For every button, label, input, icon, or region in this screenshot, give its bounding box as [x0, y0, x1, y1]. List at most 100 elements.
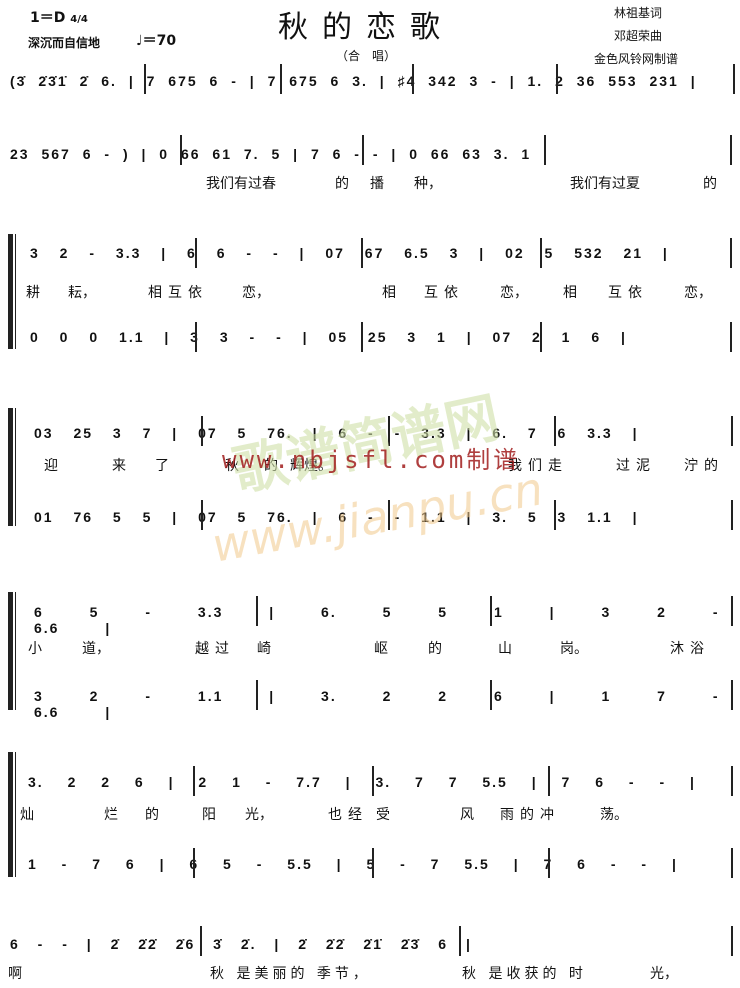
lyric: 恋，	[242, 285, 270, 301]
lyric: 风	[460, 807, 474, 823]
barline	[731, 766, 733, 796]
expression-mark: 深沉而自信地	[28, 36, 101, 50]
lyric: 泞的	[684, 458, 724, 474]
composer: 邓超荣曲	[614, 29, 663, 43]
upper-voice: 6 5 - 3.3 | 6. 5 5 1 | 3 2 - 6.6 |	[34, 604, 720, 636]
barline	[730, 238, 732, 268]
barline	[459, 926, 461, 956]
lyric: 了	[155, 458, 169, 474]
barline	[201, 500, 203, 530]
barline	[733, 64, 735, 94]
lyric: 恋，	[684, 285, 712, 301]
barline	[193, 766, 195, 796]
lyric: 光，	[650, 966, 678, 982]
notes-row: 6 - - | 2̇ 2̇2̇ 2̇6 3̇ 2̇. | 2̇ 2̇2̇ 2̇1…	[10, 936, 472, 952]
lower-voice: 1 - 7 6 | 6 5 - 5.5 | 5 - 7 5.5 | 7 6 - …	[28, 856, 678, 872]
key-signature: 1＝D 4/4	[30, 10, 88, 26]
barline	[731, 416, 733, 446]
lyric: 过泥	[616, 458, 656, 474]
barline	[544, 135, 546, 165]
lower-voice: 0 0 0 1.1 | 3 3 - - | 05 25 3 1 | 07 2 1…	[30, 329, 627, 345]
time-signature: 4/4	[70, 14, 88, 25]
barline	[200, 926, 202, 956]
system-brace	[15, 592, 16, 710]
lyric: 受	[376, 807, 390, 823]
lyric: 岖	[374, 641, 388, 657]
barline	[730, 135, 732, 165]
lyric: 耕	[26, 285, 40, 301]
lower-voice: 3 2 - 1.1 | 3. 2 2 6 | 1 7 - 6.6 |	[34, 688, 720, 720]
barline	[195, 238, 197, 268]
barline	[362, 135, 364, 165]
lyric: 相	[563, 285, 577, 301]
system-brace	[8, 408, 13, 526]
barline	[731, 500, 733, 530]
lyric: 相	[382, 285, 396, 301]
barline	[256, 680, 258, 710]
barline	[144, 64, 146, 94]
song-title: 秋的恋歌	[278, 10, 454, 45]
lyric: 山	[498, 641, 512, 657]
lyric: 道，	[82, 641, 110, 657]
upper-voice: 3. 2 2 6 | 2 1 - 7.7 | 3. 7 7 5.5 | 7 6 …	[28, 774, 696, 790]
barline	[490, 680, 492, 710]
barline	[193, 848, 195, 878]
lyric: 的	[145, 807, 159, 823]
lyric: 相互依	[148, 285, 208, 301]
lyric: 恋，	[500, 285, 528, 301]
lyric: 岗。	[560, 641, 588, 657]
barline	[540, 322, 542, 352]
barline	[548, 766, 550, 796]
barline	[554, 500, 556, 530]
system-brace	[15, 234, 16, 349]
lyricist: 林祖基词	[614, 6, 663, 20]
lyric: 播	[370, 176, 384, 192]
barline	[731, 596, 733, 626]
lyric: 沐浴	[670, 641, 710, 657]
lyric: 我们有过春	[206, 176, 276, 192]
system-brace	[15, 752, 16, 877]
barline	[280, 64, 282, 94]
barline	[731, 680, 733, 710]
barline	[201, 416, 203, 446]
lyric: 互依	[424, 285, 464, 301]
system-brace	[8, 752, 13, 877]
notes-row: (3̇ 2̇3̇1̇ 2̇ 6. | 7 675 6 - | 7 675 6 3…	[10, 73, 697, 89]
barline	[361, 322, 363, 352]
system-brace	[8, 592, 13, 710]
barline	[731, 848, 733, 878]
barline	[556, 64, 558, 94]
lyric: 啊	[8, 966, 22, 982]
barline	[256, 596, 258, 626]
notes-row: 23 567 6 - ) | 0 66 61 7. 5 | 7 6 - - | …	[10, 146, 549, 162]
lyric: 烂	[104, 807, 118, 823]
lyric: 的	[428, 641, 442, 657]
lyric: 阳	[202, 807, 216, 823]
system-brace	[15, 408, 16, 526]
tempo-mark: ♩＝70	[136, 33, 177, 49]
barline	[361, 238, 363, 268]
transcriber: 金色风铃网制谱	[594, 52, 679, 66]
lyric: 崎	[257, 641, 271, 657]
barline	[730, 322, 732, 352]
barline	[195, 322, 197, 352]
upper-voice: 3 2 - 3.3 | 6 6 - - | 07 67 6.5 3 | 02 5…	[30, 245, 669, 261]
lyric: 的	[335, 176, 349, 192]
subtitle: （合 唱）	[336, 49, 397, 63]
lyric: 也经	[328, 807, 368, 823]
system-brace	[8, 234, 13, 349]
lyric: 秋 是收获的 时	[462, 966, 587, 982]
barline	[554, 416, 556, 446]
barline	[548, 848, 550, 878]
lyric: 迎	[44, 458, 58, 474]
lyric: 互依	[608, 285, 648, 301]
lyric: 我们有过夏	[570, 176, 640, 192]
barline	[180, 135, 182, 165]
lyric: 雨的冲	[500, 807, 560, 823]
lyric: 的	[703, 176, 717, 192]
barline	[490, 596, 492, 626]
barline	[540, 238, 542, 268]
lyric: 秋 是美丽的 季节，	[210, 966, 371, 982]
lyric: 种，	[414, 176, 442, 192]
lyric: 来	[112, 458, 126, 474]
